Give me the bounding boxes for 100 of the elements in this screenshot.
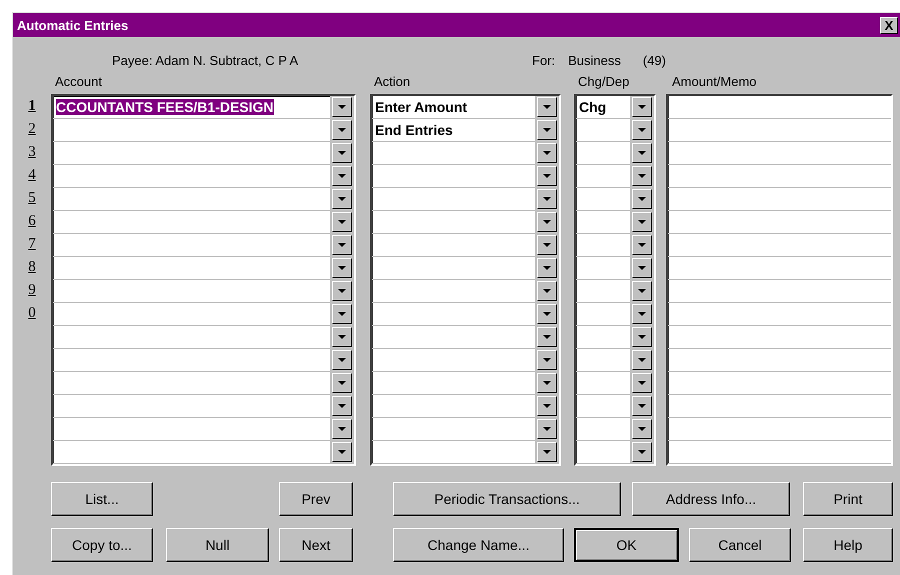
dropdown-button[interactable] (332, 373, 352, 393)
chg-dep-field[interactable] (576, 188, 630, 210)
account-field[interactable] (53, 326, 330, 348)
dropdown-button[interactable] (632, 350, 652, 370)
amount-field[interactable] (668, 418, 891, 440)
dialog-button[interactable]: OK (574, 528, 679, 562)
dropdown-button[interactable] (332, 350, 352, 370)
amount-field[interactable] (668, 96, 891, 118)
chg-dep-field[interactable] (576, 395, 630, 417)
chg-dep-field[interactable] (576, 372, 630, 394)
dropdown-button[interactable] (332, 281, 352, 301)
account-field[interactable] (53, 280, 330, 302)
dialog-button[interactable]: List... (51, 482, 153, 516)
account-field[interactable] (53, 119, 330, 141)
amount-field[interactable] (668, 257, 891, 279)
account-field[interactable] (53, 142, 330, 164)
dropdown-button[interactable] (632, 189, 652, 209)
chg-dep-field[interactable] (576, 211, 630, 233)
dialog-button[interactable]: Print (803, 482, 893, 516)
dropdown-button[interactable] (632, 419, 652, 439)
dropdown-button[interactable] (332, 327, 352, 347)
dropdown-button[interactable] (537, 189, 557, 209)
dropdown-button[interactable] (332, 166, 352, 186)
amount-field[interactable] (668, 280, 891, 302)
action-field[interactable] (372, 441, 535, 463)
dropdown-button[interactable] (332, 396, 352, 416)
amount-field[interactable] (668, 142, 891, 164)
dropdown-button[interactable] (332, 189, 352, 209)
chg-dep-field[interactable] (576, 418, 630, 440)
dropdown-button[interactable] (632, 258, 652, 278)
chg-dep-field[interactable] (576, 303, 630, 325)
dropdown-button[interactable] (537, 212, 557, 232)
action-field[interactable] (372, 142, 535, 164)
amount-field[interactable] (668, 441, 891, 463)
dropdown-button[interactable] (632, 396, 652, 416)
amount-field[interactable] (668, 119, 891, 141)
dropdown-button[interactable] (632, 327, 652, 347)
chg-dep-field[interactable]: Chg (576, 96, 630, 118)
dropdown-button[interactable] (632, 281, 652, 301)
account-field[interactable]: CCOUNTANTS FEES/B1-DESIGN (53, 96, 330, 118)
action-field[interactable]: End Entries (372, 119, 535, 141)
dropdown-button[interactable] (537, 120, 557, 140)
amount-field[interactable] (668, 303, 891, 325)
dropdown-button[interactable] (632, 97, 652, 117)
dropdown-button[interactable] (332, 304, 352, 324)
dropdown-button[interactable] (632, 442, 652, 462)
action-field[interactable] (372, 418, 535, 440)
dropdown-button[interactable] (332, 419, 352, 439)
dialog-button[interactable]: Null (166, 528, 269, 562)
dropdown-button[interactable] (537, 350, 557, 370)
dropdown-button[interactable] (537, 235, 557, 255)
account-field[interactable] (53, 188, 330, 210)
dropdown-button[interactable] (537, 143, 557, 163)
account-field[interactable] (53, 211, 330, 233)
dropdown-button[interactable] (537, 442, 557, 462)
chg-dep-field[interactable] (576, 441, 630, 463)
dropdown-button[interactable] (537, 97, 557, 117)
account-field[interactable] (53, 349, 330, 371)
dropdown-button[interactable] (632, 235, 652, 255)
dropdown-button[interactable] (632, 120, 652, 140)
amount-field[interactable] (668, 188, 891, 210)
dropdown-button[interactable] (632, 304, 652, 324)
dialog-button[interactable]: Prev (279, 482, 353, 516)
amount-field[interactable] (668, 349, 891, 371)
action-field[interactable] (372, 303, 535, 325)
chg-dep-field[interactable] (576, 257, 630, 279)
dropdown-button[interactable] (332, 97, 352, 117)
account-field[interactable] (53, 441, 330, 463)
account-field[interactable] (53, 165, 330, 187)
chg-dep-field[interactable] (576, 142, 630, 164)
dropdown-button[interactable] (537, 281, 557, 301)
account-field[interactable] (53, 395, 330, 417)
dropdown-button[interactable] (537, 396, 557, 416)
dialog-button[interactable]: Change Name... (393, 528, 564, 562)
amount-field[interactable] (668, 326, 891, 348)
action-field[interactable] (372, 257, 535, 279)
dropdown-button[interactable] (537, 419, 557, 439)
dropdown-button[interactable] (537, 304, 557, 324)
chg-dep-field[interactable] (576, 326, 630, 348)
dropdown-button[interactable] (332, 442, 352, 462)
dialog-button[interactable]: Help (803, 528, 893, 562)
chg-dep-field[interactable] (576, 234, 630, 256)
dialog-button[interactable]: Next (279, 528, 353, 562)
action-field[interactable] (372, 280, 535, 302)
chg-dep-field[interactable] (576, 349, 630, 371)
account-field[interactable] (53, 372, 330, 394)
action-field[interactable] (372, 349, 535, 371)
dropdown-button[interactable] (632, 166, 652, 186)
action-field[interactable] (372, 211, 535, 233)
dialog-button[interactable]: Cancel (689, 528, 791, 562)
action-field[interactable] (372, 188, 535, 210)
dropdown-button[interactable] (537, 166, 557, 186)
chg-dep-field[interactable] (576, 280, 630, 302)
dropdown-button[interactable] (332, 258, 352, 278)
amount-field[interactable] (668, 234, 891, 256)
account-field[interactable] (53, 418, 330, 440)
dropdown-button[interactable] (632, 373, 652, 393)
amount-field[interactable] (668, 165, 891, 187)
dialog-button[interactable]: Copy to... (51, 528, 153, 562)
action-field[interactable] (372, 326, 535, 348)
